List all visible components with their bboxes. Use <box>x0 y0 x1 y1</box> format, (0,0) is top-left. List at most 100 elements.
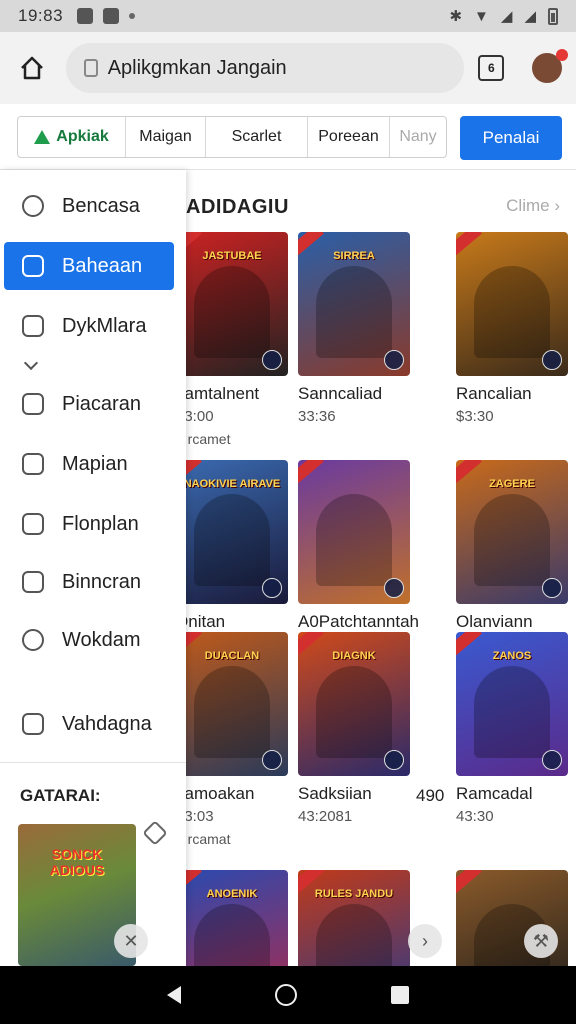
game-card[interactable]: JASTUBAE Jamtalnent £3:00 9 rcamet <box>176 232 288 447</box>
game-thumbnail[interactable]: ZANOS <box>456 632 568 776</box>
tag-icon <box>22 255 44 277</box>
character-art <box>474 266 550 358</box>
game-title: Jamoakan <box>176 784 255 803</box>
filter-chip[interactable]: Scarlet <box>206 117 308 157</box>
edit-badge-icon[interactable] <box>262 750 282 770</box>
promo-art-title: SONCK ADIOUS <box>49 846 105 878</box>
edit-badge-icon[interactable] <box>384 750 404 770</box>
favorite-icon[interactable] <box>142 820 168 846</box>
signal-icon: ◢ <box>500 8 513 25</box>
primary-button[interactable]: Penalai <box>460 116 562 160</box>
drawer-item[interactable]: Bencasa <box>4 182 174 230</box>
game-thumbnail[interactable]: RULES JANDU <box>298 870 410 966</box>
game-title: Ramcadal <box>456 784 533 803</box>
back-button[interactable] <box>167 986 181 1004</box>
game-thumbnail[interactable]: SIRREA <box>298 232 410 376</box>
system-navigation-bar <box>0 966 576 1024</box>
drawer-item[interactable]: Flonplan <box>4 500 174 548</box>
filter-chip[interactable]: Poreean <box>308 117 390 157</box>
compass-icon <box>22 195 44 217</box>
edit-badge-icon[interactable] <box>542 350 562 370</box>
wifi-icon: ▼ <box>474 7 489 25</box>
game-card[interactable]: ZAGERE Olanviann <box>456 460 568 638</box>
art-title: DUACLAN <box>204 650 260 662</box>
game-card[interactable]: ANOENIK <box>176 870 288 966</box>
status-time: 19:83 <box>18 6 64 25</box>
address-bar[interactable]: Aplikgmkan Jangain <box>65 43 465 93</box>
brand-label: Apkiak <box>56 128 109 145</box>
lock-icon <box>83 59 98 77</box>
game-thumbnail[interactable]: ZAGERE <box>456 460 568 604</box>
refresh-icon <box>22 629 44 651</box>
game-card[interactable]: A0Patchtanntah <box>298 460 419 638</box>
game-card[interactable]: DUACLAN Jamoakan £3:03 9 rcamat <box>176 632 288 847</box>
brand-chip[interactable]: Apkiak <box>18 117 126 157</box>
drawer-item[interactable]: DykMlara <box>4 302 174 350</box>
game-card[interactable]: RULES JANDU <box>298 870 410 966</box>
drawer-item-label: Bencasa <box>62 194 140 217</box>
game-card[interactable]: Rancalian $3:30 <box>456 232 568 431</box>
notification-icon <box>77 8 94 24</box>
tools-icon[interactable]: ✕ <box>114 924 148 958</box>
edit-badge-icon[interactable] <box>542 750 562 770</box>
character-art <box>316 494 392 586</box>
home-button[interactable] <box>14 50 50 86</box>
art-title: SIRREA <box>333 250 375 262</box>
drawer-item-label: Vahdagna <box>62 712 152 735</box>
character-art <box>194 666 270 758</box>
edit-badge-icon[interactable] <box>262 350 282 370</box>
edit-badge-icon[interactable] <box>262 578 282 598</box>
character-art <box>316 666 392 758</box>
game-thumbnail[interactable]: NAOKIVIE AIRAVE <box>176 460 288 604</box>
art-title: DIAGNK <box>332 650 376 662</box>
signal-icon: ◢ <box>524 8 536 25</box>
recents-button[interactable] <box>391 986 409 1004</box>
chevron-down-icon[interactable] <box>23 355 39 371</box>
game-thumbnail[interactable] <box>298 460 410 604</box>
game-title: Olanviann <box>456 612 533 631</box>
art-title: ZANOS <box>492 650 532 662</box>
edit-badge-icon[interactable] <box>384 578 404 598</box>
profile-avatar[interactable] <box>532 49 568 83</box>
game-thumbnail[interactable]: DIAGNK <box>298 632 410 776</box>
filter-chip[interactable]: Nany <box>390 117 446 157</box>
character-art <box>474 494 550 586</box>
art-title: NAOKIVIE AIRAVE <box>183 478 281 490</box>
game-thumbnail[interactable]: DUACLAN <box>176 632 288 776</box>
drawer-item-label: Wokdam <box>62 628 141 651</box>
tab-count: 6 <box>488 61 495 75</box>
chevron-right-icon[interactable]: › <box>408 924 442 958</box>
art-title: JASTUBAE <box>202 250 262 262</box>
corner-ribbon <box>456 232 482 256</box>
browser-toolbar: Aplikgmkan Jangain 6 <box>0 32 576 104</box>
drawer-item[interactable]: Baheaan <box>4 242 174 290</box>
game-card[interactable]: ZANOS Ramcadal 43:30 <box>456 632 568 831</box>
game-card[interactable]: DIAGNK Sadksiian 43:2081 <box>298 632 410 831</box>
bookmark-icon <box>22 571 44 593</box>
bluetooth-icon: ✱ <box>449 8 463 25</box>
game-thumbnail[interactable]: ANOENIK <box>176 870 288 966</box>
game-meta: 43:30 <box>456 808 494 825</box>
drawer-item[interactable]: Wokdam <box>4 616 174 664</box>
drawer-item[interactable]: Binncran <box>4 558 174 606</box>
game-thumbnail[interactable]: JASTUBAE <box>176 232 288 376</box>
edit-badge-icon[interactable] <box>384 350 404 370</box>
tools-icon[interactable]: ⚒ <box>524 924 558 958</box>
drawer-item-label: Flonplan <box>62 512 139 535</box>
drawer-item-label: Baheaan <box>62 254 143 277</box>
see-more-link[interactable]: Clime › <box>506 196 560 216</box>
game-card[interactable]: SIRREA Sanncaliad 33:36 <box>298 232 410 431</box>
game-thumbnail[interactable] <box>456 232 568 376</box>
edit-badge-icon[interactable] <box>542 578 562 598</box>
filter-chip[interactable]: Maigan <box>126 117 206 157</box>
character-art <box>194 494 270 586</box>
drawer-item[interactable]: Vahdagna <box>4 700 174 748</box>
game-meta: £3:00 <box>176 408 214 425</box>
drawer-item[interactable]: Mapian <box>4 440 174 488</box>
home-nav-button[interactable] <box>275 984 297 1006</box>
character-art <box>316 904 392 966</box>
game-card[interactable]: NAOKIVIE AIRAVE Dnitan <box>176 460 288 638</box>
drawer-item[interactable]: Piacaran <box>4 380 174 428</box>
game-meta: £3:03 <box>176 808 214 825</box>
tab-switcher-button[interactable]: 6 <box>478 55 505 81</box>
